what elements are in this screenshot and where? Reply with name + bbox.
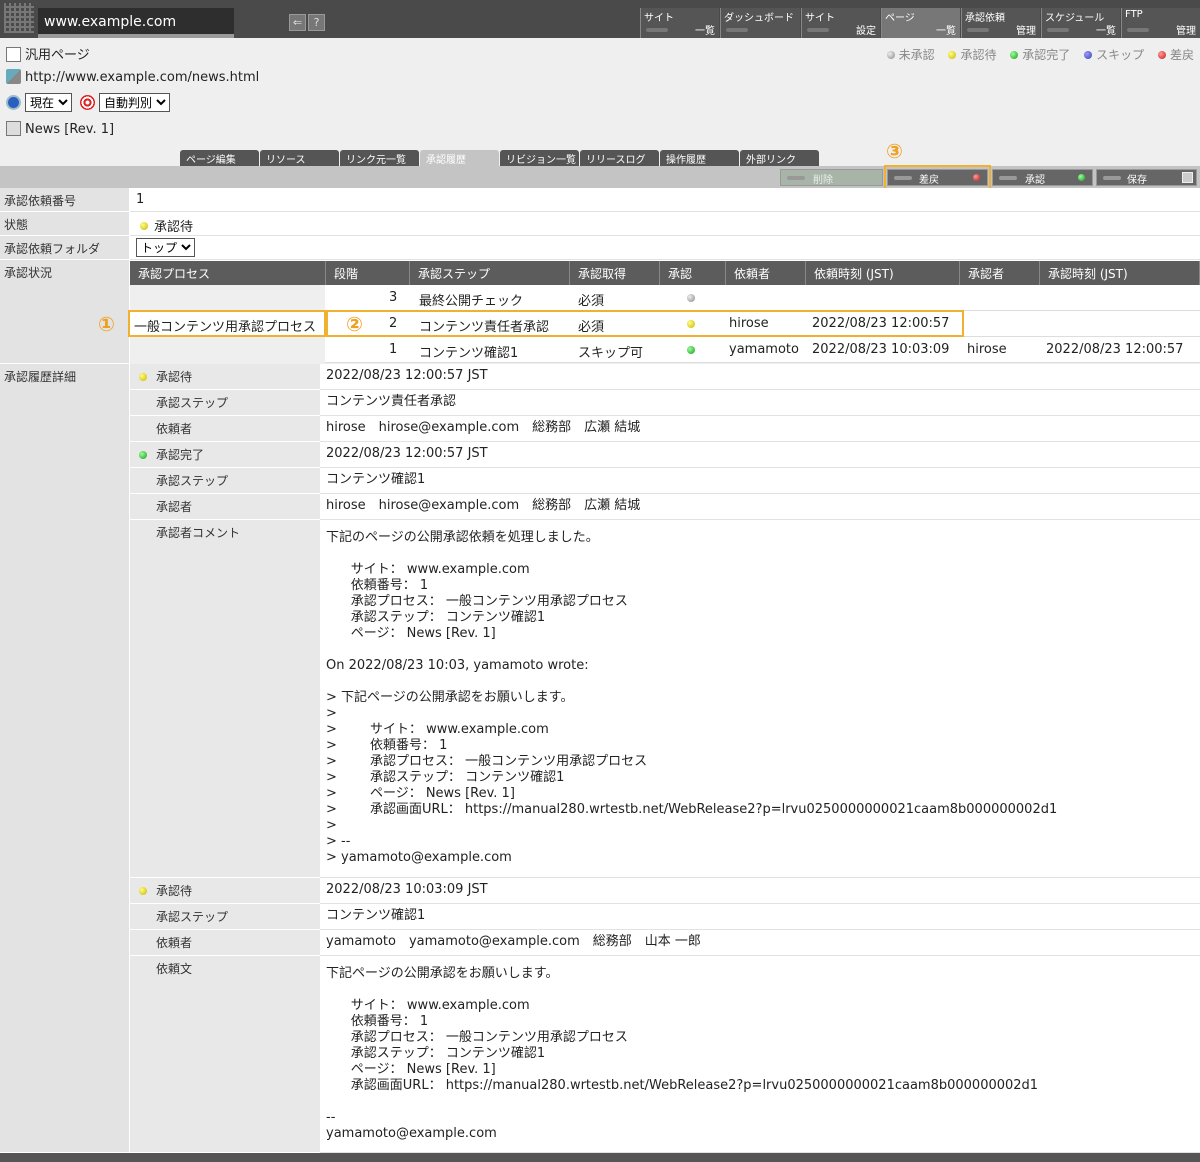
history-request-text-label: 依頼文: [130, 956, 320, 1153]
th-stage: 段階: [326, 261, 410, 285]
th-approver: 承認者: [960, 261, 1040, 285]
history-time: 2022/08/23 12:00:57 JST: [320, 364, 1200, 390]
history-step-label: 承認ステップ: [130, 904, 320, 930]
history-comment: 下記のページの公開承認依頼を処理しました。 サイト： www.example.c…: [320, 520, 1200, 878]
mode-select[interactable]: 自動判別: [99, 93, 170, 112]
history-step-label: 承認ステップ: [130, 390, 320, 416]
clock-icon: [6, 94, 21, 110]
history-status-pending: 承認待: [130, 878, 320, 904]
page-info: 汎用ページ http://www.example.com/news.html 現…: [0, 38, 1200, 166]
th-required: 承認取得: [570, 261, 660, 285]
news-page-icon: [6, 121, 21, 136]
folder-select[interactable]: トップ: [136, 238, 195, 257]
url-icon: [6, 69, 21, 84]
callout-1: ①: [98, 312, 115, 336]
history-step-label: 承認ステップ: [130, 468, 320, 494]
tab-release-log[interactable]: リリースログ: [580, 150, 659, 166]
th-step: 承認ステップ: [410, 261, 570, 285]
yellow-dot-icon: [139, 373, 147, 381]
save-disk-icon: [1182, 172, 1193, 183]
yellow-dot-icon: [139, 887, 147, 895]
history-status-complete: 承認完了: [130, 442, 320, 468]
menu-site-list[interactable]: サイト 一覧: [640, 8, 719, 38]
history-status-pending: 承認待: [130, 364, 320, 390]
page-type-row: 汎用ページ: [6, 44, 90, 63]
history-step: コンテンツ確認1: [320, 904, 1200, 930]
time-select[interactable]: 現在: [25, 93, 72, 112]
back-icon[interactable]: ⇐: [289, 14, 306, 31]
callout-3-frame: [884, 165, 991, 190]
status-legend: 未承認 承認待 承認完了 スキップ 差戻: [877, 46, 1194, 63]
tab-approval-history[interactable]: 承認履歴: [420, 150, 499, 166]
menu-page-list[interactable]: ページ 一覧: [881, 8, 960, 38]
app-logo-icon: [4, 3, 34, 33]
table-row: 1 コンテンツ確認1 スキップ可 yamamoto 2022/08/23 10:…: [325, 337, 1200, 363]
page-icon: [6, 47, 21, 62]
help-icon[interactable]: ?: [308, 14, 325, 31]
table-row: 3 最終公開チェック 必須: [325, 285, 1200, 311]
tab-resource[interactable]: リソース: [260, 150, 339, 166]
history-requester: yamamoto yamamoto@example.com 総務部 山本 一郎: [320, 930, 1200, 956]
yellow-dot-icon: [140, 222, 148, 230]
callout-2-frame: [326, 310, 964, 337]
callout-3: ③: [886, 139, 903, 163]
th-requester: 依頼者: [726, 261, 806, 285]
green-led-icon: [1078, 174, 1085, 181]
menu-site-settings[interactable]: サイト 設定: [801, 8, 880, 38]
green-dot-icon: [687, 346, 695, 354]
red-dot-icon: [1157, 51, 1166, 59]
th-request-time: 依頼時刻 (JST): [806, 261, 960, 285]
history-requester: hirose hirose@example.com 総務部 広瀬 結城: [320, 416, 1200, 442]
blue-dot-icon: [1084, 51, 1093, 59]
save-button[interactable]: 保存: [1096, 169, 1197, 186]
request-no-label: 承認依頼番号: [0, 188, 129, 212]
history-requester-label: 依頼者: [130, 930, 320, 956]
state-label: 状態: [0, 212, 129, 236]
callout-1-frame: [128, 310, 326, 337]
menu-approval-manage[interactable]: 承認依頼 管理: [961, 8, 1040, 38]
top-bar: www.example.com ⇐ ? サイト 一覧 ダッシュボード サイト 設定 …: [0, 0, 1200, 38]
history-time: 2022/08/23 10:03:09 JST: [320, 878, 1200, 904]
history-time: 2022/08/23 12:00:57 JST: [320, 442, 1200, 468]
history-request-text: 下記ページの公開承認をお願いします。 サイト： www.example.com …: [320, 956, 1200, 1153]
folder-cell: トップ: [130, 236, 1200, 260]
tab-operation-history[interactable]: 操作履歴: [660, 150, 739, 166]
tab-revision-list[interactable]: リビジョン一覧: [500, 150, 579, 166]
menu-schedule-list[interactable]: スケジュール 一覧: [1041, 8, 1120, 38]
page-url[interactable]: http://www.example.com/news.html: [25, 70, 259, 85]
history-requester-label: 依頼者: [130, 416, 320, 442]
request-no: 1: [130, 188, 1200, 212]
bottom-bar: [0, 1153, 1200, 1162]
revision-row: News [Rev. 1]: [6, 121, 114, 137]
th-process: 承認プロセス: [130, 261, 326, 285]
site-name[interactable]: www.example.com: [38, 8, 234, 36]
approve-button[interactable]: 承認: [992, 169, 1093, 186]
folder-label: 承認依頼フォルダ: [0, 236, 129, 260]
gray-dot-icon: [687, 294, 695, 302]
history-comment-label: 承認者コメント: [130, 520, 320, 878]
state-value: 承認待: [130, 212, 1200, 236]
gray-dot-icon: [886, 51, 895, 59]
history-step: コンテンツ責任者承認: [320, 390, 1200, 416]
history-label: 承認履歴詳細: [0, 364, 129, 1153]
green-dot-icon: [139, 451, 147, 459]
tab-external-link[interactable]: 外部リンク: [740, 150, 819, 166]
delete-button[interactable]: 削除: [780, 169, 883, 186]
th-approval: 承認: [660, 261, 726, 285]
menu-dashboard[interactable]: ダッシュボード: [720, 8, 800, 38]
history-approver: hirose hirose@example.com 総務部 広瀬 結城: [320, 494, 1200, 520]
revision-label: News [Rev. 1]: [25, 122, 115, 137]
history-step: コンテンツ確認1: [320, 468, 1200, 494]
target-icon: [80, 94, 95, 110]
tab-link-source[interactable]: リンク元一覧: [340, 150, 419, 166]
green-dot-icon: [1010, 51, 1019, 59]
url-row: http://www.example.com/news.html: [6, 69, 259, 85]
tab-page-edit[interactable]: ページ編集: [180, 150, 259, 166]
th-approve-time: 承認時刻 (JST): [1040, 261, 1200, 285]
select-row: 現在 自動判別: [6, 93, 178, 112]
menu-ftp-manage[interactable]: FTP 管理: [1121, 8, 1200, 38]
history-approver-label: 承認者: [130, 494, 320, 520]
yellow-dot-icon: [948, 51, 957, 59]
page-type: 汎用ページ: [25, 48, 90, 63]
